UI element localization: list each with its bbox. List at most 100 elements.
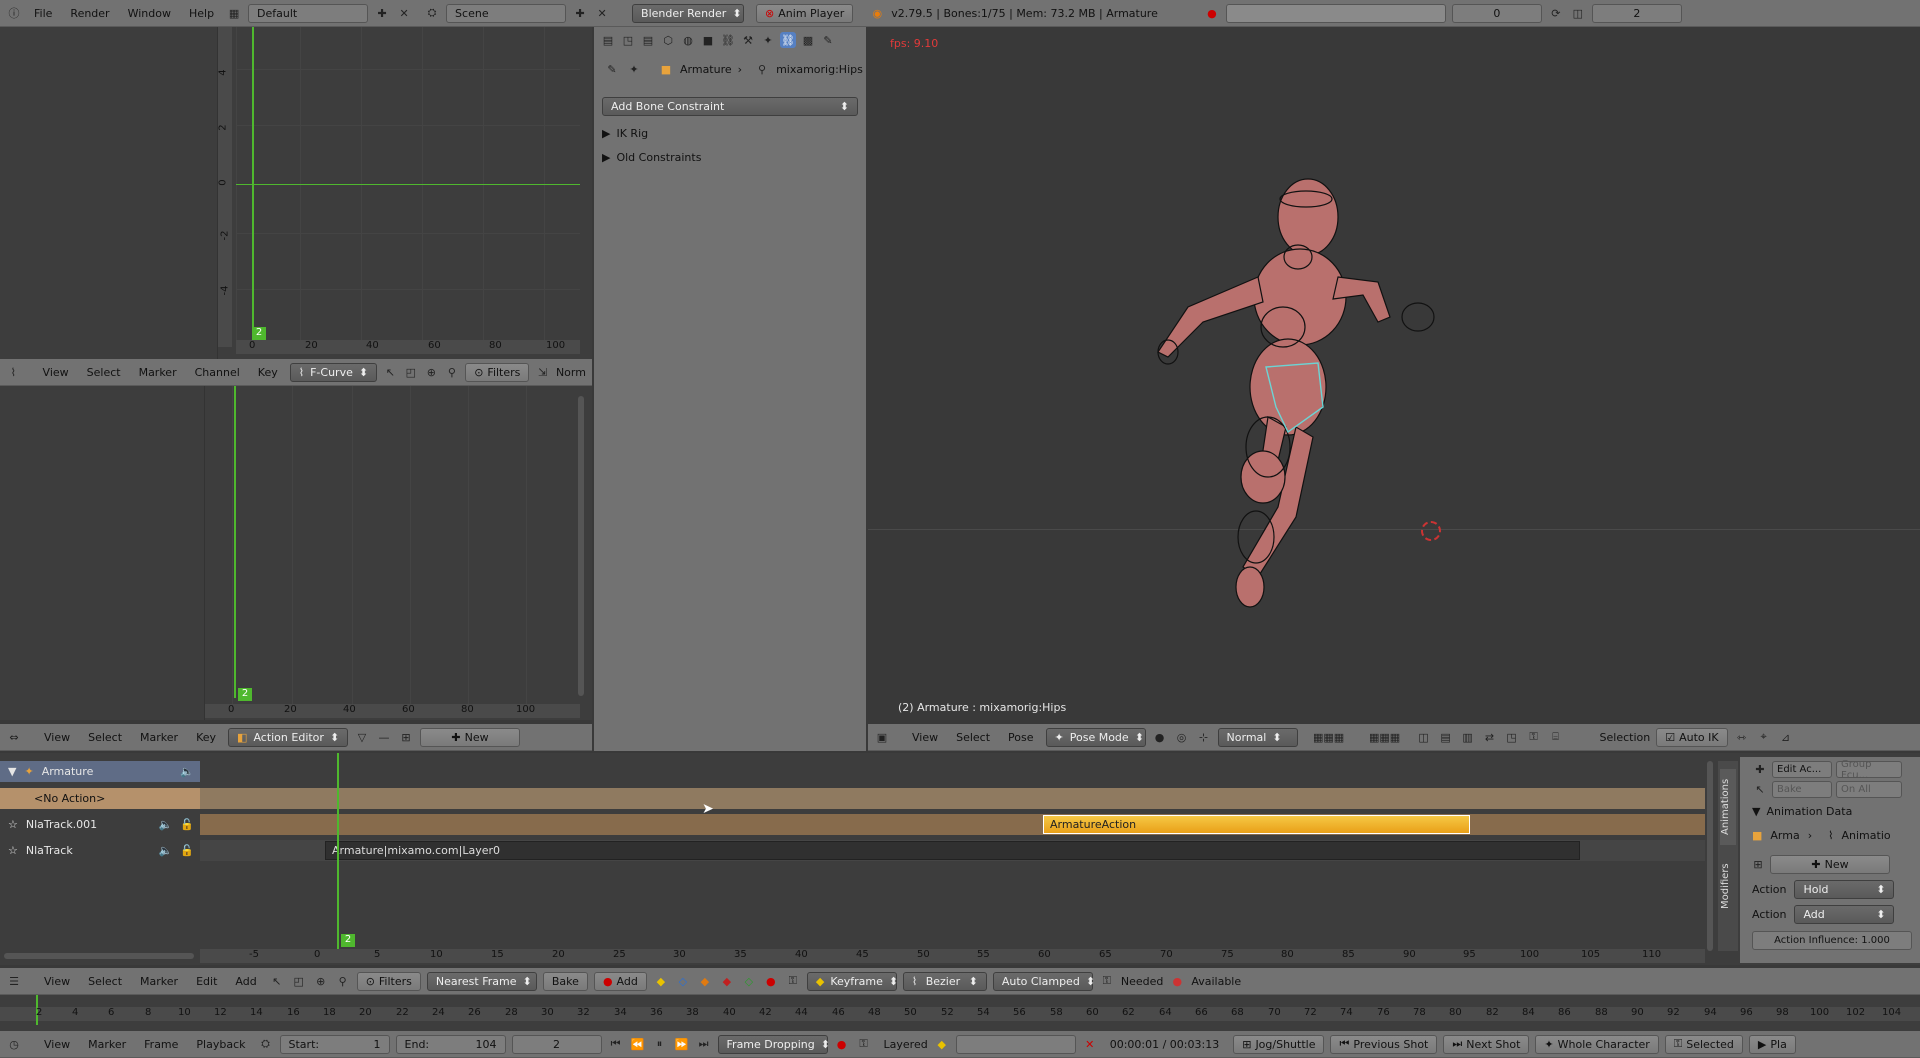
new-action-button[interactable]: ✚ New	[420, 727, 521, 747]
zoom-icon[interactable]: ⚲	[335, 973, 351, 989]
menu-view[interactable]: View	[906, 731, 944, 744]
3d-view-icon[interactable]: ▣	[874, 729, 890, 745]
dope-mode-dropdown[interactable]: ◧ Action Editor ⬍	[228, 727, 349, 747]
group-fcurves-button[interactable]: Group Fcu...	[1836, 759, 1902, 781]
auto-ik-checkbox[interactable]: ☑ Auto IK	[1656, 727, 1728, 747]
menu-marker[interactable]: Marker	[134, 975, 184, 988]
bone-constraint-tab-icon[interactable]: ⛓	[780, 32, 796, 48]
copy-pose-icon[interactable]: ▤	[1438, 729, 1454, 745]
manipulator-icon[interactable]: ⊹	[1196, 729, 1212, 745]
modifier-tab-icon[interactable]: ⚒	[740, 32, 756, 48]
selected-button[interactable]: ⚿ Selected	[1664, 1034, 1743, 1054]
shading-icon[interactable]: ●	[1152, 729, 1168, 745]
strip-armature-action[interactable]: ArmatureAction	[1043, 815, 1470, 834]
add-scene-icon[interactable]: ✚	[572, 5, 588, 21]
preview-range-icon[interactable]: ⛭	[258, 1036, 274, 1052]
menu-select[interactable]: Select	[82, 731, 128, 744]
keyframe-yellow-icon[interactable]: ◆	[653, 973, 669, 989]
jog-shuttle-button[interactable]: ⊞ Jog/Shuttle	[1233, 1034, 1325, 1054]
nla-vscroll[interactable]	[1707, 761, 1713, 951]
keyframe-green-icon[interactable]: ◇	[741, 973, 757, 989]
menu-select[interactable]: Select	[950, 731, 996, 744]
x-mirror-icon[interactable]: ⇿	[1734, 729, 1750, 745]
record-icon[interactable]: ●	[1204, 5, 1220, 21]
physics-tab-icon[interactable]: ✎	[820, 32, 836, 48]
whole-character-button[interactable]: ✦ Whole Character	[1535, 1034, 1659, 1054]
action-browse-icon[interactable]: ⊞	[1750, 857, 1766, 873]
bake-button[interactable]: Bake	[1772, 781, 1832, 798]
scene-icon[interactable]: ⛭	[424, 5, 440, 21]
render-icon[interactable]: ◳	[1504, 729, 1520, 745]
world-tab-icon[interactable]: ◍	[680, 32, 696, 48]
normalize-label[interactable]: Norm	[556, 366, 586, 379]
keyframe-type-dropdown[interactable]: ◆ Keyframe ⬍	[806, 971, 898, 991]
snap-icon[interactable]: ⌖	[1756, 729, 1772, 745]
remove-scene-icon[interactable]: ✕	[594, 5, 610, 21]
mode-dropdown[interactable]: ✦ Pose Mode ⬍	[1045, 727, 1146, 747]
start-frame-field[interactable]: Start: 1	[279, 1034, 390, 1054]
timeline-editor-icon[interactable]: ◷	[6, 1036, 22, 1052]
info-editor-icon[interactable]: ⓘ	[6, 5, 22, 21]
speaker-icon[interactable]: 🔈	[159, 818, 173, 831]
cursor-icon[interactable]: ↖	[1752, 782, 1768, 798]
keyframe-orange-icon[interactable]: ◆	[697, 973, 713, 989]
add-layout-icon[interactable]: ✚	[374, 5, 390, 21]
menu-key[interactable]: Key	[190, 731, 222, 744]
keyframe-type-icon[interactable]: ◆	[934, 1036, 950, 1052]
target-icon[interactable]: ⊕	[424, 364, 439, 380]
pause-icon[interactable]: ⏸	[652, 1036, 668, 1052]
prev-keyframe-icon[interactable]: ⏪	[630, 1036, 646, 1052]
menu-playback[interactable]: Playback	[190, 1038, 251, 1051]
bake-button[interactable]: Bake	[542, 971, 588, 991]
add-bone-constraint-dropdown[interactable]: Add Bone Constraint ⬍	[602, 97, 858, 116]
tab-animations[interactable]: Animations	[1720, 769, 1736, 845]
menu-edit[interactable]: Edit	[190, 975, 223, 988]
select-arrow-icon[interactable]: ↖	[383, 364, 398, 380]
select-arrow-icon[interactable]: ↖	[269, 973, 285, 989]
data-tab-icon[interactable]: ✦	[760, 32, 776, 48]
extrapolation-dropdown[interactable]: Hold ⬍	[1794, 880, 1895, 899]
menu-pose[interactable]: Pose	[1002, 731, 1039, 744]
dope-scrollbar[interactable]	[578, 396, 584, 696]
layers-grid-icon-2[interactable]: ▦▦▦	[1360, 729, 1410, 745]
action-browse-icon[interactable]: ⊞	[398, 729, 414, 745]
3d-viewport[interactable]: fps: 9.10 (2) Armature : mixamorig:Hips	[868, 27, 1920, 724]
graph-mode-dropdown[interactable]: ⌇ F-Curve ⬍	[289, 362, 378, 382]
edit-action-button[interactable]: Edit Ac...	[1772, 761, 1832, 778]
action-influence-slider[interactable]: Action Influence: 1.000	[1752, 931, 1912, 950]
only-needed-icon[interactable]: ⚿	[1099, 973, 1115, 989]
scene-field[interactable]: Scene	[446, 3, 567, 23]
menu-file[interactable]: File	[28, 7, 58, 20]
menu-view[interactable]: View	[38, 975, 76, 988]
ghost-icon[interactable]: ◰	[291, 973, 307, 989]
paste-pose-icon[interactable]: ▥	[1460, 729, 1476, 745]
nla-channel-track-001[interactable]: ☆ NlaTrack.001 🔈 🔓	[0, 814, 200, 835]
available-label[interactable]: Available	[1191, 975, 1241, 988]
layers-tab-icon[interactable]: ▤	[640, 32, 656, 48]
tab-modifiers[interactable]: Modifiers	[1720, 851, 1736, 921]
render-engine-dropdown[interactable]: Blender Render ⬍	[632, 3, 745, 23]
record-icon[interactable]: ●	[763, 973, 779, 989]
layout-grid-icon[interactable]: ▦	[226, 5, 242, 21]
frame-field-a[interactable]: 0	[1451, 3, 1542, 23]
jump-end-icon[interactable]: ⏭	[696, 1036, 712, 1052]
speaker-icon[interactable]: 🔈	[180, 765, 194, 778]
previous-shot-button[interactable]: ⏮ Previous Shot	[1330, 1034, 1438, 1054]
panel-old-constraints[interactable]: ▶ Old Constraints	[594, 147, 866, 168]
properties-editor-icon[interactable]: ▤	[600, 32, 616, 48]
timeline-area[interactable]: 2 4 6 8 10 12 14 16 18 20 22 24 26 28 30…	[0, 995, 1920, 1031]
menu-channel[interactable]: Channel	[189, 366, 246, 379]
layout-field[interactable]: Default	[248, 3, 369, 23]
menu-select[interactable]: Select	[82, 975, 128, 988]
3d-cursor-icon[interactable]	[1421, 521, 1441, 541]
on-all-button[interactable]: On All	[1836, 781, 1902, 798]
proportional-icon[interactable]: ⊿	[1778, 729, 1794, 745]
next-keyframe-icon[interactable]: ⏩	[674, 1036, 690, 1052]
available-dot-icon[interactable]: ●	[1169, 973, 1185, 989]
keying-set-icon[interactable]: ⚿	[785, 973, 801, 989]
object-tab-icon[interactable]: ■	[700, 32, 716, 48]
add-icon[interactable]: ✚	[1752, 762, 1768, 778]
next-shot-button[interactable]: ⏭ Next Shot	[1443, 1034, 1530, 1054]
ghost-icon[interactable]: ◰	[404, 364, 419, 380]
speaker-icon[interactable]: 🔈	[159, 844, 173, 857]
